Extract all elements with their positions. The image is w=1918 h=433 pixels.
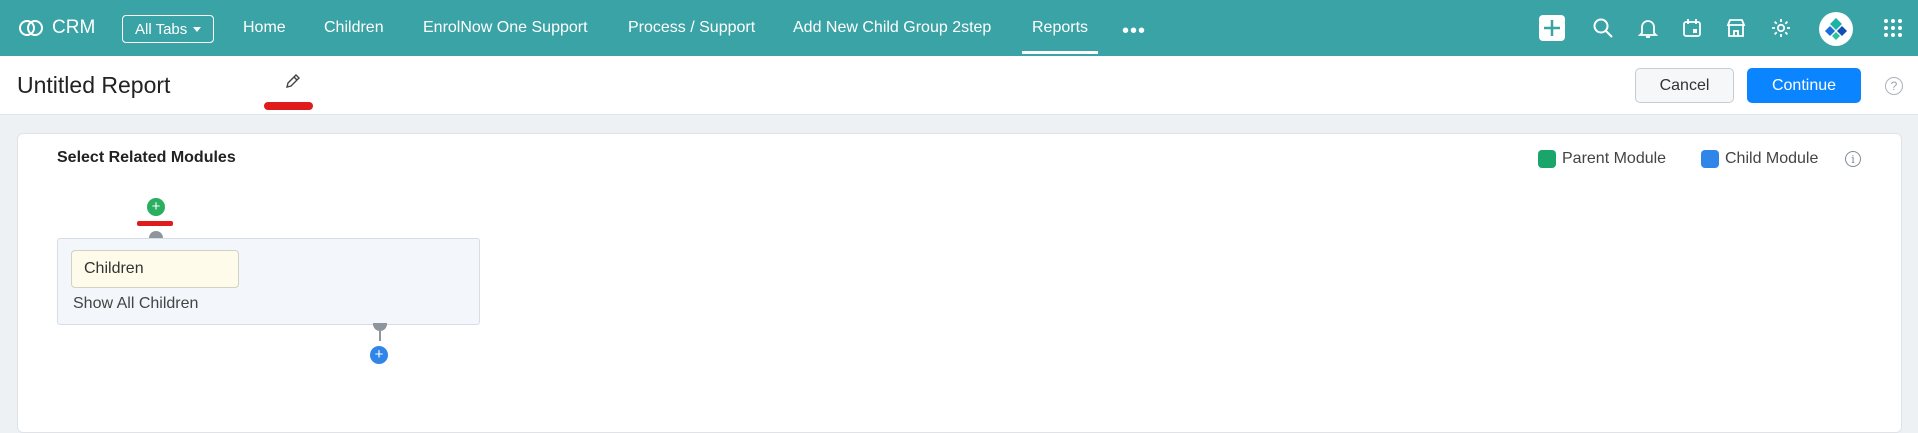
- filter-label: Show All Children: [73, 295, 199, 312]
- report-title: Untitled Report: [17, 72, 171, 98]
- cancel-button[interactable]: Cancel: [1635, 68, 1734, 103]
- caret-down-icon: [193, 26, 202, 32]
- info-icon[interactable]: i: [1845, 151, 1861, 167]
- tab-enrolnow-one-support[interactable]: EnrolNow One Support: [423, 0, 588, 56]
- avatar-logo-icon: [1825, 18, 1847, 40]
- tab-add-new-child-group[interactable]: Add New Child Group 2step: [793, 0, 991, 56]
- gear-icon[interactable]: [1769, 16, 1793, 40]
- apps-grid-icon[interactable]: [1881, 16, 1905, 40]
- bell-icon[interactable]: [1636, 16, 1660, 40]
- avatar[interactable]: [1819, 12, 1853, 46]
- app-name: CRM: [52, 17, 96, 38]
- connector-line: [379, 331, 381, 341]
- more-tabs-button[interactable]: •••: [1122, 20, 1146, 43]
- quick-create-button[interactable]: [1539, 15, 1565, 41]
- tab-process-support[interactable]: Process / Support: [628, 0, 755, 56]
- calendar-icon[interactable]: [1680, 16, 1704, 40]
- panel-heading: Select Related Modules: [57, 149, 236, 166]
- app-logo[interactable]: CRM: [18, 0, 95, 56]
- child-module-swatch: [1701, 150, 1719, 168]
- plus-icon: [1544, 20, 1560, 36]
- marketplace-icon[interactable]: [1724, 16, 1748, 40]
- legend-parent-module: Parent Module: [1562, 150, 1667, 167]
- module-chip-children[interactable]: Children: [71, 250, 239, 288]
- add-parent-module-button[interactable]: +: [147, 198, 165, 216]
- parent-module-swatch: [1538, 150, 1556, 168]
- all-tabs-dropdown[interactable]: All Tabs: [122, 15, 215, 43]
- annotation-underline: [264, 102, 313, 110]
- legend-child-module: Child Module: [1725, 150, 1819, 167]
- all-tabs-label: All Tabs: [135, 20, 188, 38]
- add-child-module-button[interactable]: +: [370, 346, 388, 364]
- tab-children[interactable]: Children: [324, 0, 384, 56]
- search-icon[interactable]: [1591, 16, 1615, 40]
- crm-logo-icon: [19, 20, 43, 36]
- annotation-underline-2: [137, 221, 173, 226]
- tab-home[interactable]: Home: [243, 0, 286, 56]
- edit-title-pencil-icon[interactable]: [283, 71, 303, 91]
- continue-button[interactable]: Continue: [1747, 68, 1861, 103]
- help-icon[interactable]: ?: [1885, 77, 1903, 95]
- tab-reports[interactable]: Reports: [1021, 0, 1099, 56]
